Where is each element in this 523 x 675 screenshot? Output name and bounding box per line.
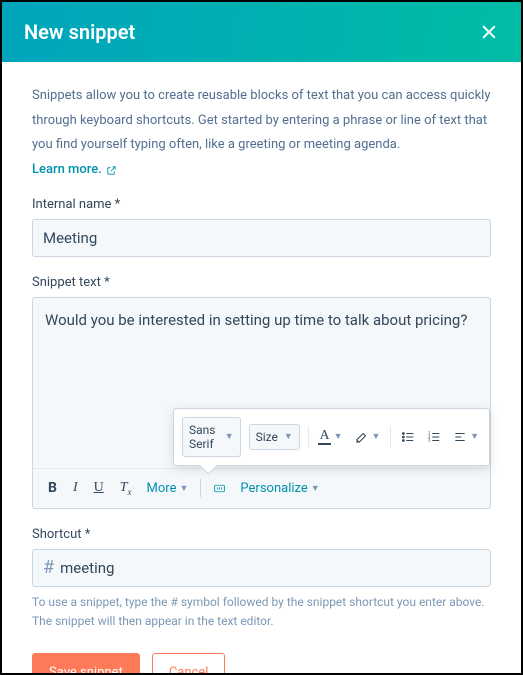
chevron-down-icon: ▼ bbox=[372, 431, 381, 442]
chevron-down-icon: ▼ bbox=[470, 431, 479, 442]
highlight-icon bbox=[355, 430, 369, 444]
internal-name-input[interactable] bbox=[32, 219, 491, 257]
shortcut-input[interactable] bbox=[60, 550, 480, 586]
bold-button[interactable]: B bbox=[43, 477, 62, 499]
svg-text:3: 3 bbox=[428, 437, 431, 442]
text-color-icon: A bbox=[318, 429, 330, 445]
cancel-button[interactable]: Cancel bbox=[152, 653, 226, 673]
save-button[interactable]: Save snippet bbox=[32, 653, 140, 673]
shortcut-help-text: To use a snippet, type the # symbol foll… bbox=[32, 593, 491, 631]
shortcut-input-wrap: # bbox=[32, 549, 491, 587]
chevron-down-icon: ▼ bbox=[225, 431, 234, 442]
token-icon bbox=[213, 482, 226, 495]
align-icon bbox=[453, 430, 467, 444]
font-size-select[interactable]: Size▼ bbox=[249, 424, 300, 450]
chevron-down-icon: ▼ bbox=[284, 431, 293, 442]
shortcut-field: Shortcut * # To use a snippet, type the … bbox=[32, 527, 491, 631]
chevron-down-icon: ▼ bbox=[179, 483, 188, 494]
chevron-down-icon: ▼ bbox=[334, 431, 343, 442]
hash-prefix: # bbox=[43, 557, 60, 578]
personalize-menu[interactable]: Personalize ▼ bbox=[236, 479, 323, 498]
shortcut-label: Shortcut * bbox=[32, 527, 491, 542]
insert-link-button[interactable] bbox=[209, 480, 230, 497]
underline-button[interactable]: U bbox=[89, 477, 109, 499]
close-icon bbox=[479, 22, 499, 42]
modal-title: New snippet bbox=[24, 20, 135, 44]
align-button[interactable]: ▼ bbox=[451, 428, 481, 446]
external-link-icon bbox=[106, 165, 117, 176]
close-button[interactable] bbox=[479, 22, 499, 42]
format-popover: Sans Serif▼ Size▼ A ▼ ▼ bbox=[173, 408, 490, 466]
modal-header: New snippet bbox=[2, 2, 521, 62]
bullet-list-button[interactable] bbox=[399, 428, 417, 446]
new-snippet-modal: New snippet Snippets allow you to create… bbox=[2, 2, 521, 673]
snippet-text-label: Snippet text * bbox=[32, 275, 491, 290]
internal-name-field: Internal name * bbox=[32, 197, 491, 257]
numbered-list-icon: 123 bbox=[427, 430, 441, 444]
clear-format-button[interactable]: Tx bbox=[115, 477, 137, 500]
text-color-button[interactable]: A ▼ bbox=[316, 427, 344, 447]
intro-text: Snippets allow you to create reusable bl… bbox=[32, 84, 491, 183]
italic-button[interactable]: I bbox=[68, 477, 83, 499]
more-menu[interactable]: More ▼ bbox=[143, 479, 193, 498]
snippet-text-field: Snippet text * Would you be interested i… bbox=[32, 275, 491, 509]
highlight-button[interactable]: ▼ bbox=[353, 428, 383, 446]
editor-toolbar: B I U Tx More ▼ Personalize ▼ bbox=[33, 468, 490, 508]
modal-body: Snippets allow you to create reusable bl… bbox=[2, 62, 521, 673]
font-family-select[interactable]: Sans Serif▼ bbox=[182, 417, 241, 457]
bullet-list-icon bbox=[401, 430, 415, 444]
learn-more-link[interactable]: Learn more. bbox=[32, 158, 117, 183]
modal-footer: Save snippet Cancel bbox=[32, 653, 491, 673]
numbered-list-button[interactable]: 123 bbox=[425, 428, 443, 446]
chevron-down-icon: ▼ bbox=[311, 483, 320, 494]
rich-text-editor: Would you be interested in setting up ti… bbox=[32, 297, 491, 509]
internal-name-label: Internal name * bbox=[32, 197, 491, 212]
